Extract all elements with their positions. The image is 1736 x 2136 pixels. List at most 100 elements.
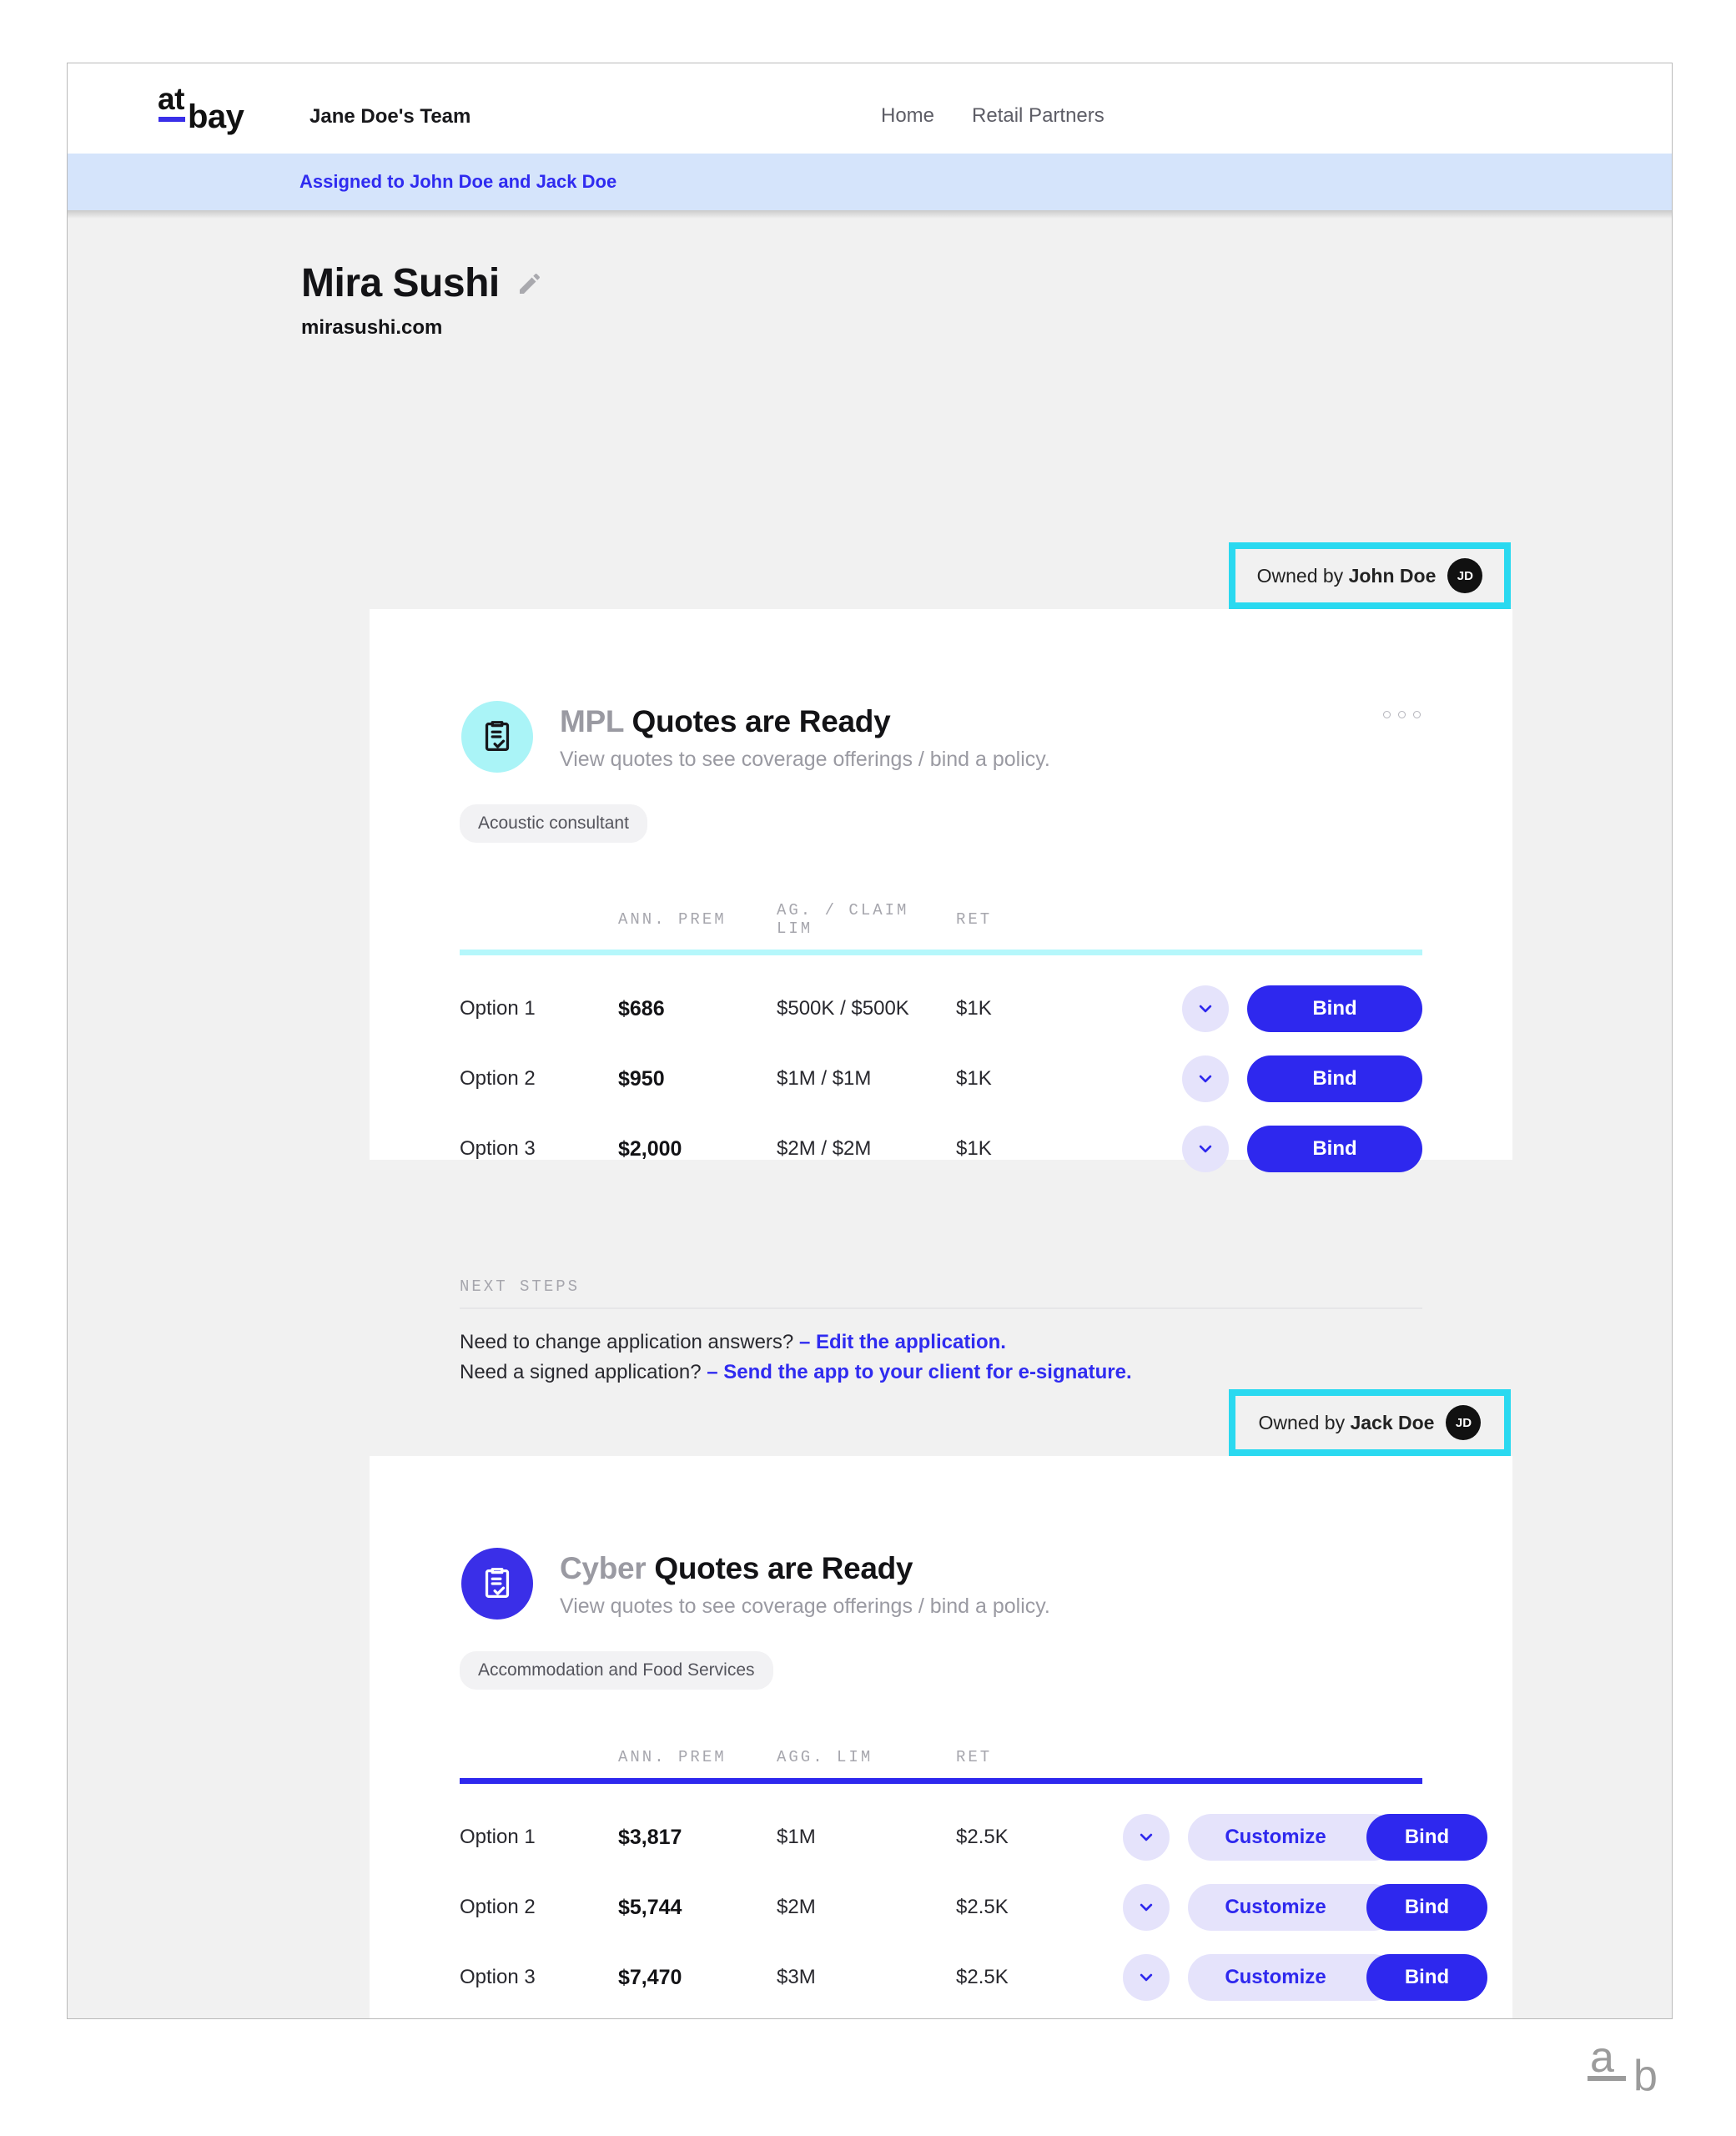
ellipsis-icon[interactable] xyxy=(1383,711,1421,718)
customize-button[interactable]: Customize xyxy=(1188,1954,1396,2001)
row-limit: $500K / $500K xyxy=(777,997,909,1020)
card-title-mpl: MPL Quotes are Ready xyxy=(560,704,1050,739)
logo-bay-text: bay xyxy=(188,98,244,135)
row-premium: $950 xyxy=(618,1066,665,1091)
owner-highlight-box-2: Owned by Jack Doe JD xyxy=(1229,1389,1511,1456)
row-premium: $3,817 xyxy=(618,1825,682,1849)
team-name: Jane Doe's Team xyxy=(309,105,471,128)
browser-window: at bay Jane Doe's Team Home Retail Partn… xyxy=(67,63,1673,2019)
bind-button[interactable]: Bind xyxy=(1366,1814,1487,1861)
col-header-premium: ANN. PREM xyxy=(618,1748,727,1766)
row-limit: $1M xyxy=(777,1826,816,1848)
card-header-cyber: Cyber Quotes are Ready View quotes to se… xyxy=(370,1456,1512,1620)
owner-initials-2: JD xyxy=(1446,1405,1482,1440)
col-header-retention: RET xyxy=(956,1748,993,1766)
row-premium: $7,470 xyxy=(618,1965,682,1989)
send-esignature-link[interactable]: – Send the app to your client for e-sign… xyxy=(707,1361,1131,1383)
card-title-block-mpl: MPL Quotes are Ready View quotes to see … xyxy=(560,701,1050,772)
next-steps-divider xyxy=(460,1307,1422,1309)
next-steps-line-1: Need to change application answers? – Ed… xyxy=(460,1331,1422,1354)
page-content: Mira Sushi mirasushi.com Owned by John D… xyxy=(68,210,1672,2018)
row-limit: $2M / $2M xyxy=(777,1137,872,1160)
edit-application-link[interactable]: – Edit the application. xyxy=(799,1331,1006,1353)
next-steps-question-2: Need a signed application? xyxy=(460,1361,702,1383)
owner-badge-jack-doe[interactable]: Owned by Jack Doe JD xyxy=(1235,1396,1504,1449)
industry-tag-mpl: Acoustic consultant xyxy=(460,804,647,843)
next-steps-mpl: NEXT STEPS Need to change application an… xyxy=(460,1277,1422,1384)
bind-button[interactable]: Bind xyxy=(1247,1055,1422,1102)
chevron-down-icon[interactable] xyxy=(1182,1055,1229,1102)
row-action-group: Customize Bind xyxy=(1188,1954,1487,2001)
customize-button[interactable]: Customize xyxy=(1188,1884,1396,1931)
ellipsis-dot xyxy=(1413,711,1421,718)
assigned-banner: Assigned to John Doe and Jack Doe xyxy=(68,154,1672,210)
quote-table-cyber: ANN. PREM AGG. LIM RET Option 1 $3,817 $… xyxy=(460,1748,1487,2013)
row-retention: $2.5K xyxy=(956,1826,1009,1848)
table-row: Option 2 $5,744 $2M $2.5K Customize Bind xyxy=(460,1872,1487,1942)
industry-tag-cyber: Accommodation and Food Services xyxy=(460,1651,773,1690)
chevron-down-icon[interactable] xyxy=(1182,1126,1229,1172)
row-option: Option 2 xyxy=(460,1896,536,1918)
clipboard-check-icon xyxy=(461,1548,533,1620)
row-retention: $1K xyxy=(956,997,992,1020)
col-header-premium: ANN. PREM xyxy=(618,910,727,929)
row-option: Option 3 xyxy=(460,1966,536,1988)
next-steps-question-1: Need to change application answers? xyxy=(460,1331,794,1353)
row-option: Option 3 xyxy=(460,1137,536,1160)
row-premium: $5,744 xyxy=(618,1895,682,1919)
client-header: Mira Sushi mirasushi.com xyxy=(301,260,543,340)
ellipsis-dot xyxy=(1398,711,1406,718)
row-limit: $3M xyxy=(777,1966,816,1988)
watermark-b: b xyxy=(1633,2052,1658,2100)
table-row: Option 3 $7,470 $3M $2.5K Customize Bind xyxy=(460,1942,1487,2013)
chevron-down-icon[interactable] xyxy=(1123,1954,1170,2001)
page-title: Mira Sushi xyxy=(301,261,500,305)
card-line-label-cyber: Cyber xyxy=(560,1551,647,1585)
card-subtitle-cyber: View quotes to see coverage offerings / … xyxy=(560,1594,1050,1618)
bind-button[interactable]: Bind xyxy=(1247,985,1422,1032)
bind-button[interactable]: Bind xyxy=(1247,1126,1422,1172)
row-option: Option 1 xyxy=(460,1826,536,1848)
chevron-down-icon[interactable] xyxy=(1182,985,1229,1032)
nav-item-home[interactable]: Home xyxy=(881,104,934,128)
row-action-group: Customize Bind xyxy=(1188,1884,1487,1931)
chevron-down-icon[interactable] xyxy=(1123,1884,1170,1931)
quote-table-body-cyber: Option 1 $3,817 $1M $2.5K Customize Bind xyxy=(460,1802,1487,2013)
bind-button[interactable]: Bind xyxy=(1366,1954,1487,2001)
ellipsis-dot xyxy=(1383,711,1391,718)
table-accent-rule-cyber xyxy=(460,1778,1422,1784)
main-nav: Home Retail Partners xyxy=(881,104,1104,128)
card-title-rest-cyber: Quotes are Ready xyxy=(654,1551,913,1585)
table-row: Option 1 $686 $500K / $500K $1K Bind xyxy=(460,974,1422,1044)
watermark-a: a xyxy=(1590,2033,1614,2082)
header-shadow xyxy=(68,210,1672,219)
atbay-logo[interactable]: at bay xyxy=(158,83,258,139)
row-limit: $2M xyxy=(777,1896,816,1918)
row-retention: $1K xyxy=(956,1067,992,1090)
row-retention: $2.5K xyxy=(956,1896,1009,1918)
card-title-rest-mpl: Quotes are Ready xyxy=(632,704,891,738)
customize-button[interactable]: Customize xyxy=(1188,1814,1396,1861)
table-row: Option 3 $2,000 $2M / $2M $1K Bind xyxy=(460,1114,1422,1184)
card-subtitle-mpl: View quotes to see coverage offerings / … xyxy=(560,748,1050,771)
col-header-limit: AG. / CLAIM LIM xyxy=(777,901,909,938)
owner-initials-1: JD xyxy=(1447,558,1483,593)
quote-table-header-cyber: ANN. PREM AGG. LIM RET xyxy=(460,1748,1422,1778)
pencil-icon[interactable] xyxy=(516,270,543,297)
client-website: mirasushi.com xyxy=(301,316,443,339)
row-premium: $2,000 xyxy=(618,1136,682,1161)
nav-item-retail-partners[interactable]: Retail Partners xyxy=(972,104,1104,128)
app-header: at bay Jane Doe's Team Home Retail Partn… xyxy=(68,63,1672,207)
owner-label-1: Owned by John Doe xyxy=(1256,564,1437,587)
logo-at-text: at xyxy=(158,82,184,116)
watermark-underline xyxy=(1588,2076,1626,2081)
owner-badge-john-doe[interactable]: Owned by John Doe JD xyxy=(1235,549,1504,602)
col-header-retention: RET xyxy=(956,910,993,929)
quote-table-header-mpl: ANN. PREM AG. / CLAIM LIM RET xyxy=(460,901,1422,950)
quote-card-cyber: Cyber Quotes are Ready View quotes to se… xyxy=(370,1456,1512,2018)
assigned-to-link[interactable]: Assigned to John Doe and Jack Doe xyxy=(299,171,616,193)
chevron-down-icon[interactable] xyxy=(1123,1814,1170,1861)
bind-button[interactable]: Bind xyxy=(1366,1884,1487,1931)
card-title-cyber: Cyber Quotes are Ready xyxy=(560,1551,1050,1586)
table-accent-rule-mpl xyxy=(460,950,1422,955)
